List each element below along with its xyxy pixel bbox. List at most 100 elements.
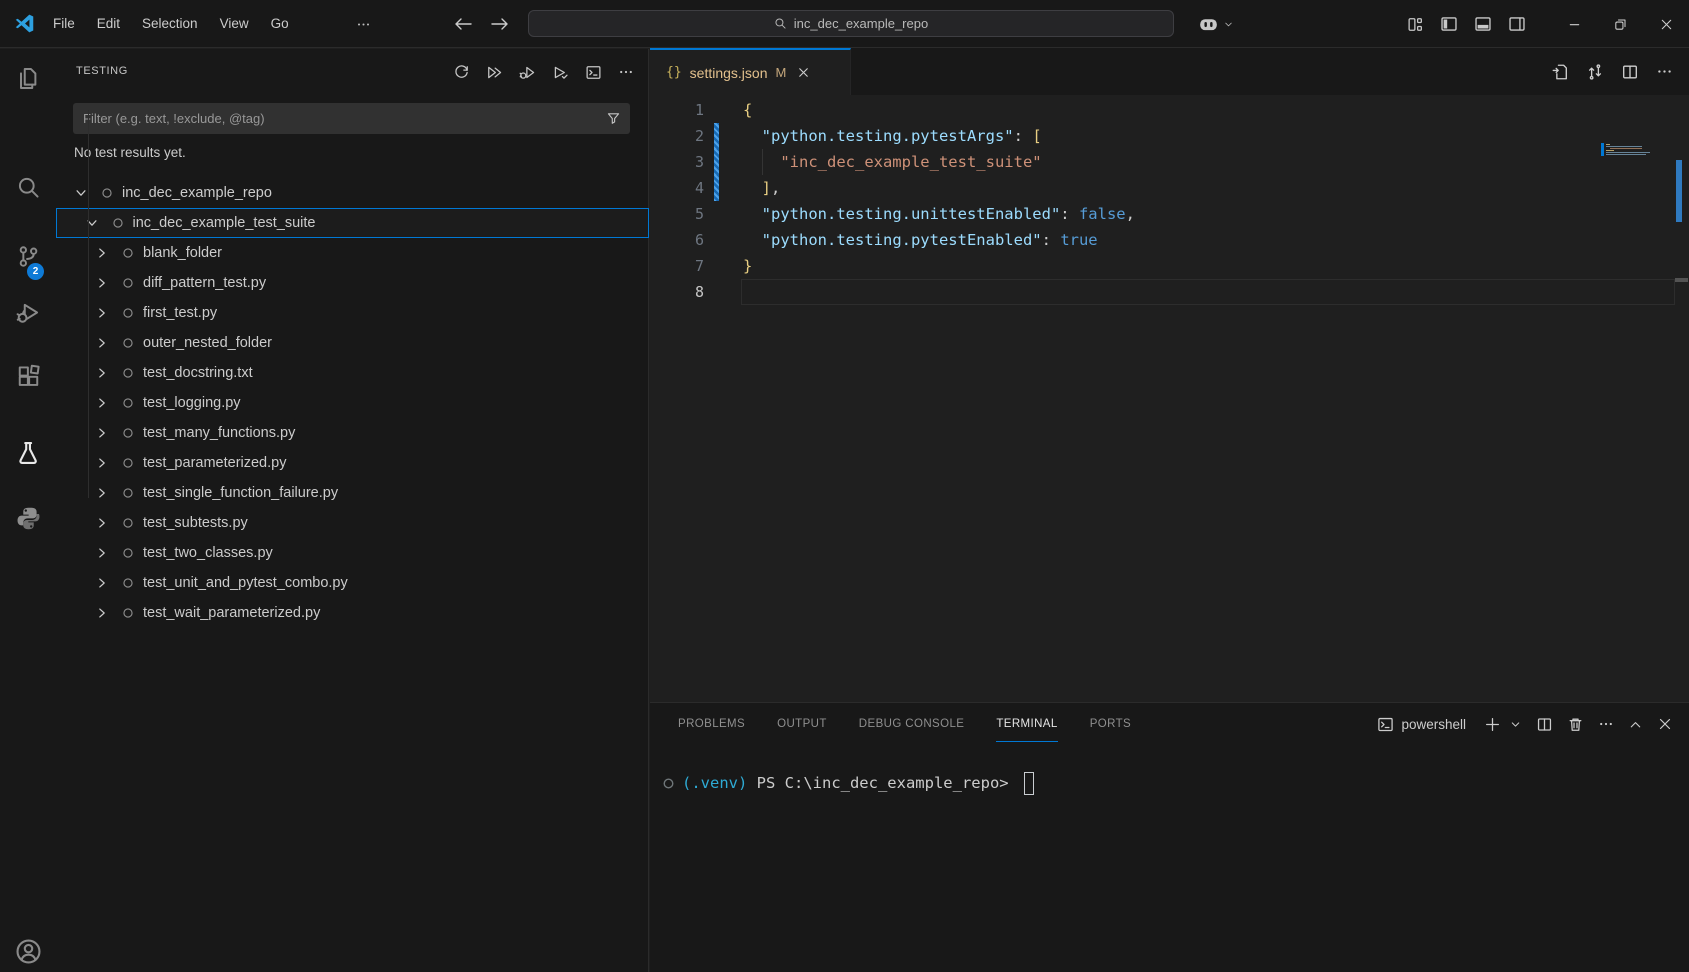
- code-editor[interactable]: 1 { 2 "python.testing.pytestArgs": [ 3 "…: [650, 95, 1689, 702]
- extensions-icon[interactable]: [0, 350, 56, 402]
- chevron-icon[interactable]: [94, 545, 110, 561]
- new-terminal-icon[interactable]: [1484, 716, 1501, 733]
- close-panel-icon[interactable]: [1657, 716, 1673, 732]
- menu-edit[interactable]: Edit: [86, 0, 131, 48]
- swap-editors-icon[interactable]: [1586, 63, 1604, 81]
- split-terminal-icon[interactable]: [1536, 716, 1553, 733]
- toggle-secondary-sidebar-icon[interactable]: [1500, 0, 1534, 48]
- kill-terminal-icon[interactable]: [1567, 716, 1584, 733]
- close-icon[interactable]: [1643, 0, 1689, 48]
- more-menus-icon[interactable]: [346, 0, 381, 48]
- test-tree-item[interactable]: inc_dec_example_repo: [56, 178, 649, 208]
- panel-tab-problems[interactable]: PROBLEMS: [662, 703, 761, 745]
- more-actions-icon[interactable]: [1656, 63, 1673, 80]
- show-output-icon[interactable]: [583, 62, 603, 82]
- test-tree-item[interactable]: test_single_function_failure.py: [56, 478, 649, 508]
- back-arrow-icon[interactable]: [450, 12, 476, 36]
- chevron-icon[interactable]: [94, 605, 110, 621]
- chevron-icon[interactable]: [94, 515, 110, 531]
- code-line[interactable]: 1 {: [650, 97, 1689, 123]
- account-icon[interactable]: [0, 925, 56, 972]
- run-tests-icon[interactable]: [484, 62, 504, 82]
- test-tree-item[interactable]: first_test.py: [56, 298, 649, 328]
- panel-tab-ports[interactable]: PORTS: [1074, 703, 1147, 745]
- command-decoration-icon[interactable]: [662, 777, 675, 790]
- code-lines: 1 { 2 "python.testing.pytestArgs": [ 3 "…: [650, 97, 1689, 305]
- copilot-button[interactable]: [1198, 0, 1234, 48]
- debug-tests-icon[interactable]: [517, 62, 537, 82]
- panel-tab-output[interactable]: OUTPUT: [761, 703, 843, 745]
- test-tree-item[interactable]: blank_folder: [56, 238, 649, 268]
- source-control-icon[interactable]: 2: [0, 230, 56, 282]
- toggle-panel-icon[interactable]: [1466, 0, 1500, 48]
- panel-tab-debug-console[interactable]: DEBUG CONSOLE: [843, 703, 981, 745]
- chevron-icon[interactable]: [94, 275, 110, 291]
- run-debug-icon[interactable]: [0, 286, 56, 338]
- test-tree-item[interactable]: test_unit_and_pytest_combo.py: [56, 568, 649, 598]
- chevron-icon[interactable]: [94, 395, 110, 411]
- menu-file[interactable]: File: [42, 0, 86, 48]
- tab-settings-json[interactable]: {} settings.json M: [650, 48, 851, 95]
- code-line[interactable]: 2 "python.testing.pytestArgs": [: [650, 123, 1689, 149]
- chevron-icon[interactable]: [84, 215, 100, 231]
- coverage-tests-icon[interactable]: [550, 62, 570, 82]
- chevron-icon[interactable]: [94, 425, 110, 441]
- test-tree-item[interactable]: test_docstring.txt: [56, 358, 649, 388]
- test-tree-item[interactable]: test_many_functions.py: [56, 418, 649, 448]
- terminal-prompt-line[interactable]: (.venv) PS C:\inc_dec_example_repo>: [662, 770, 1034, 796]
- code-line[interactable]: 5 "python.testing.unittestEnabled": fals…: [650, 201, 1689, 227]
- chevron-icon[interactable]: [94, 485, 110, 501]
- code-line[interactable]: 8: [650, 279, 1689, 305]
- funnel-filter-icon[interactable]: [606, 111, 621, 126]
- test-tree-item[interactable]: test_subtests.py: [56, 508, 649, 538]
- panel-actions: powershell: [1377, 703, 1673, 745]
- testing-icon[interactable]: [0, 427, 56, 479]
- chevron-icon[interactable]: [94, 335, 110, 351]
- test-tree-item[interactable]: diff_pattern_test.py: [56, 268, 649, 298]
- terminal-profile-dropdown-icon[interactable]: [1509, 718, 1522, 731]
- menu-selection[interactable]: Selection: [131, 0, 209, 48]
- open-changes-icon[interactable]: [1551, 63, 1569, 81]
- maximize-panel-icon[interactable]: [1628, 717, 1643, 732]
- tab-close-icon[interactable]: [796, 65, 811, 80]
- test-tree-item[interactable]: test_two_classes.py: [56, 538, 649, 568]
- test-tree-item[interactable]: test_parameterized.py: [56, 448, 649, 478]
- toggle-sidebar-icon[interactable]: [1432, 0, 1466, 48]
- search-icon[interactable]: [0, 161, 56, 213]
- menu-go[interactable]: Go: [260, 0, 300, 48]
- minimap-change-marker: [1601, 143, 1604, 156]
- chevron-icon[interactable]: [94, 305, 110, 321]
- code-line[interactable]: 3 "inc_dec_example_test_suite": [650, 149, 1689, 175]
- chevron-icon[interactable]: [94, 245, 110, 261]
- restore-icon[interactable]: [1597, 0, 1643, 48]
- terminal-profile[interactable]: powershell: [1377, 716, 1466, 733]
- forward-arrow-icon[interactable]: [487, 12, 513, 36]
- chevron-icon[interactable]: [73, 185, 89, 201]
- minimize-icon[interactable]: [1551, 0, 1597, 48]
- test-tree-item[interactable]: test_logging.py: [56, 388, 649, 418]
- chevron-icon[interactable]: [94, 455, 110, 471]
- test-tree-item[interactable]: inc_dec_example_test_suite: [56, 208, 649, 238]
- test-tree-item[interactable]: test_wait_parameterized.py: [56, 598, 649, 628]
- customize-layout-icon[interactable]: [1398, 0, 1432, 48]
- code-line[interactable]: 4 ],: [650, 175, 1689, 201]
- split-editor-icon[interactable]: [1621, 63, 1639, 81]
- python-icon[interactable]: [0, 492, 56, 544]
- minimap[interactable]: [1598, 142, 1662, 210]
- code-line[interactable]: 7 }: [650, 253, 1689, 279]
- test-status-circle-icon: [122, 517, 134, 529]
- more-actions-icon[interactable]: [1598, 716, 1614, 732]
- command-center-search[interactable]: inc_dec_example_repo: [528, 10, 1174, 37]
- panel-tab-terminal[interactable]: TERMINAL: [980, 703, 1073, 745]
- test-results-status: No test results yet.: [74, 145, 186, 160]
- code-line[interactable]: 6 "python.testing.pytestEnabled": true: [650, 227, 1689, 253]
- test-tree-item[interactable]: outer_nested_folder: [56, 328, 649, 358]
- explorer-icon[interactable]: [0, 52, 56, 104]
- scrollbar-change-marker[interactable]: [1676, 160, 1682, 222]
- more-actions-icon[interactable]: [616, 62, 636, 82]
- menu-view[interactable]: View: [209, 0, 260, 48]
- chevron-icon[interactable]: [94, 575, 110, 591]
- chevron-icon[interactable]: [94, 365, 110, 381]
- refresh-tests-icon[interactable]: [451, 62, 471, 82]
- test-filter-input[interactable]: [73, 111, 606, 126]
